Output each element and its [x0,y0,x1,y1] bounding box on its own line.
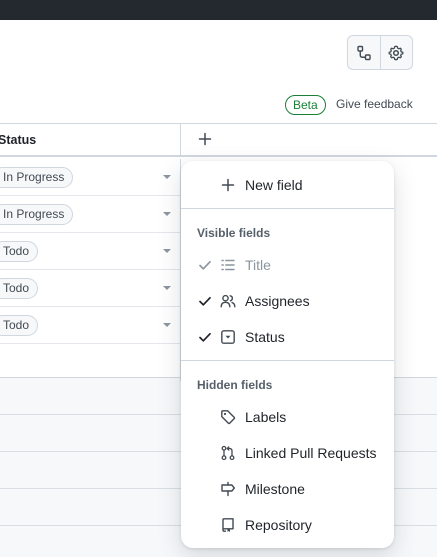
chevron-down-icon[interactable] [163,323,171,327]
field-item-labels[interactable]: Labels [181,399,394,435]
workflows-button[interactable] [348,36,380,69]
workflow-icon [357,45,371,60]
milestone-icon [221,481,235,497]
list-icon [221,259,235,271]
new-field-button[interactable]: New field [181,167,394,203]
field-label: Milestone [245,481,305,497]
hidden-fields-heading: Hidden fields [197,378,273,392]
plus-icon [221,178,235,192]
tag-icon [221,410,236,425]
field-item-status[interactable]: Status [181,319,394,355]
new-field-label: New field [245,177,303,193]
fields-menu: New field Visible fields Title Assignees [181,161,394,548]
column-header-label: Status [0,133,37,147]
field-item-linked-pull-requests[interactable]: Linked Pull Requests [181,435,394,471]
table-row[interactable]: Todo [0,307,181,344]
field-item-title: Title [181,247,394,283]
pull-request-icon [221,445,235,461]
empty-table-row[interactable] [0,344,181,381]
field-item-repository[interactable]: Repository [181,507,394,543]
beta-badge: Beta [285,95,326,115]
settings-button[interactable] [379,36,412,69]
chevron-down-icon[interactable] [163,212,171,216]
field-label: Status [245,329,285,345]
plus-icon [198,132,212,146]
field-item-assignees[interactable]: Assignees [181,283,394,319]
table-row[interactable]: Todo [0,270,181,307]
field-label: Repository [245,517,312,533]
single-select-icon [221,330,235,344]
status-pill: Todo [0,241,39,262]
status-pill: In Progress [0,204,74,225]
field-label: Linked Pull Requests [245,445,377,461]
field-label: Assignees [245,293,310,309]
menu-divider [181,360,394,361]
field-label: Title [245,257,271,273]
status-pill: Todo [0,315,39,336]
column-header-status[interactable]: Status [0,124,181,157]
view-toolbar-buttons [347,35,413,70]
chevron-down-icon[interactable] [163,175,171,179]
field-label: Labels [245,409,287,425]
add-column-button[interactable] [181,124,437,157]
table-row[interactable]: In Progress [0,196,181,233]
give-feedback-link[interactable]: Give feedback [336,97,413,111]
table-row[interactable]: Todo [0,233,181,270]
people-icon [220,294,236,308]
table-row[interactable]: In Progress [0,159,181,196]
chevron-down-icon[interactable] [163,249,171,253]
repo-icon [222,518,234,532]
gear-icon [389,45,404,60]
check-icon [199,260,211,270]
status-pill: Todo [0,278,39,299]
top-app-bar [0,0,437,20]
menu-divider [181,208,394,209]
check-icon [199,296,211,306]
visible-fields-heading: Visible fields [197,226,271,240]
status-pill: In Progress [0,167,74,188]
field-item-milestone[interactable]: Milestone [181,471,394,507]
check-icon [199,332,211,342]
chevron-down-icon[interactable] [163,286,171,290]
